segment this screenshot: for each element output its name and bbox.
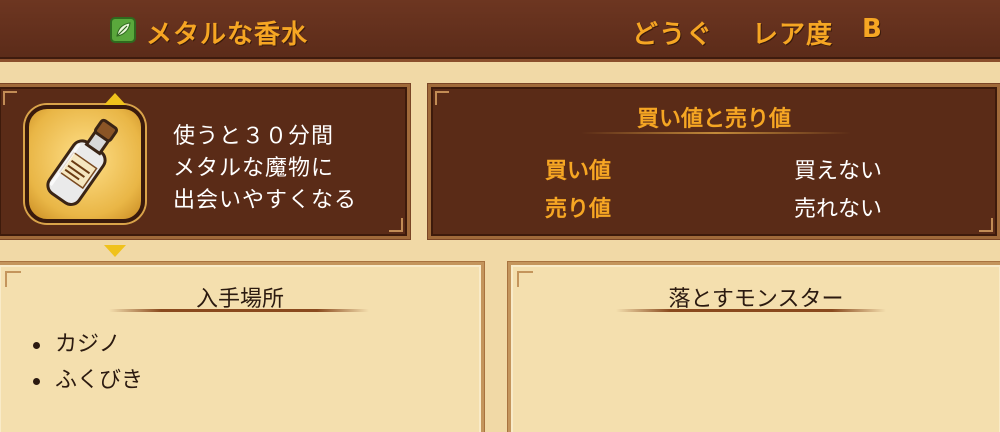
obtain-location-name: ふくびき [55,368,144,393]
price-panel: 買い値と売り値 買い値 買えない 売り値 売れない [428,84,1000,239]
leaf-icon [110,17,136,43]
obtain-location-panel: 入手場所 カジノ ふくびき [0,262,484,432]
rarity-value: B [862,14,883,44]
title-divider [616,309,886,312]
item-header: メタルな香水 どうぐ レア度 B [0,0,1000,62]
next-item-arrow-icon[interactable] [104,245,126,257]
title-divider [109,309,369,312]
obtain-location-name: カジノ [55,332,121,357]
perfume-bottle-icon [46,118,119,206]
item-detail-panel: 使うと３０分間 メタルな魔物に 出会いやすくなる [0,84,410,257]
dropping-monsters-panel: 落とすモンスター [508,262,1000,432]
buy-price-value: 買えない [794,159,883,184]
obtain-location-list: カジノ ふくびき [33,327,143,399]
rarity-label: レア度 [752,20,834,50]
title-divider [581,132,851,134]
description-line: メタルな魔物に [173,156,335,181]
previous-item-arrow-icon[interactable] [104,93,126,105]
item-name: メタルな香水 [146,20,309,50]
sell-price-label: 売り値 [545,197,612,222]
description-line: 出会いやすくなる [173,188,358,213]
list-item: カジノ [33,327,143,363]
bullet-icon [33,378,40,385]
item-category: どうぐ [632,20,714,50]
item-icon-frame [25,93,145,257]
buy-price-label: 買い値 [545,159,612,184]
price-panel-title: 買い値と売り値 [636,107,791,132]
sell-price-value: 売れない [794,197,883,222]
bullet-icon [33,342,40,349]
list-item: ふくびき [33,363,143,399]
description-line: 使うと３０分間 [173,124,335,149]
